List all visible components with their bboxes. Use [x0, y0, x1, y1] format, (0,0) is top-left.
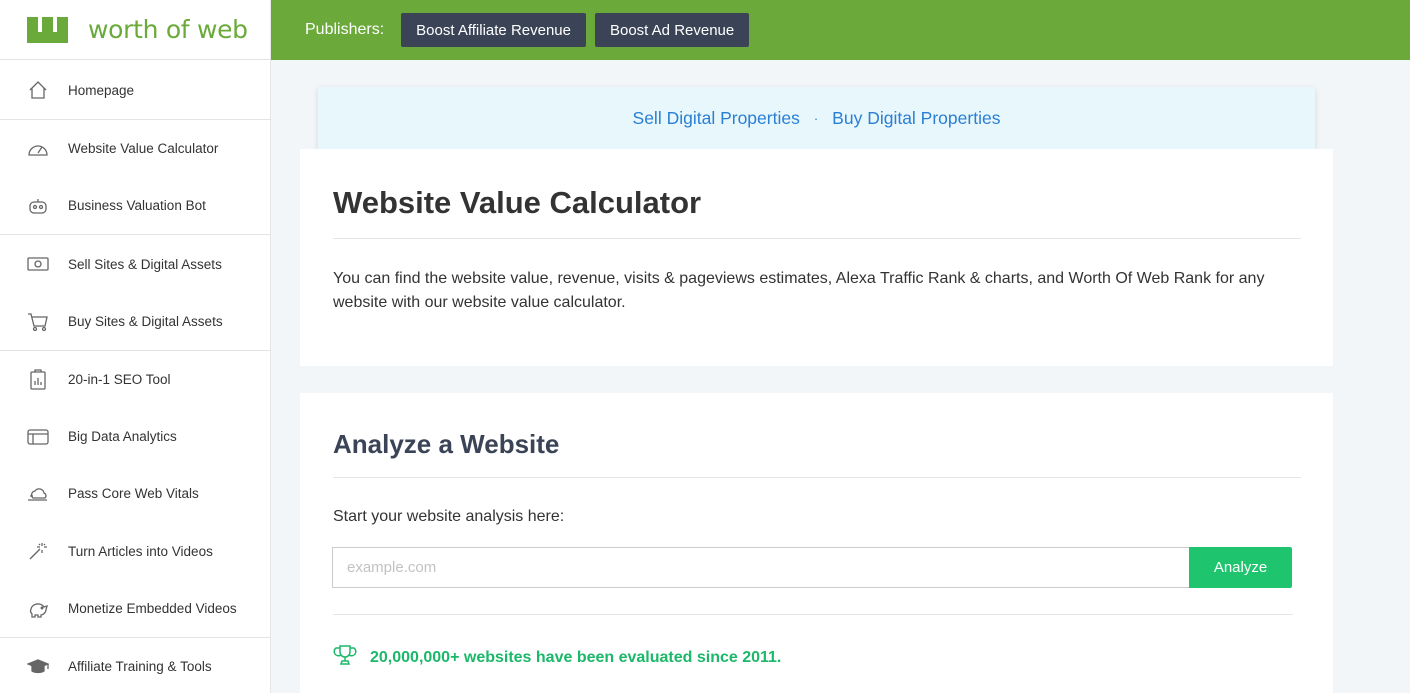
banner-separator: · [813, 110, 819, 126]
top-bar: Publishers: Boost Affiliate Revenue Boos… [271, 0, 1410, 60]
sidebar-item-label: Affiliate Training & Tools [68, 659, 212, 674]
sidebar-item-homepage[interactable]: Homepage [0, 61, 271, 119]
gauge-icon [27, 138, 49, 160]
browser-window-icon [27, 426, 49, 448]
title-divider [333, 238, 1301, 239]
digital-properties-banner: Sell Digital Properties · Buy Digital Pr… [318, 87, 1315, 149]
speed-cloud-icon [27, 483, 49, 505]
robot-icon [27, 195, 49, 217]
intro-description: You can find the website value, revenue,… [333, 270, 1265, 311]
sidebar-item-monetize-videos[interactable]: Monetize Embedded Videos [0, 580, 271, 637]
sidebar-item-big-data-analytics[interactable]: Big Data Analytics [0, 408, 271, 465]
sell-digital-properties-link[interactable]: Sell Digital Properties [633, 108, 800, 129]
logo[interactable]: worth of web [0, 0, 270, 60]
analyze-prompt: Start your website analysis here: [333, 508, 565, 525]
cart-icon [27, 311, 49, 333]
form-divider [333, 614, 1293, 615]
sidebar-item-label: Homepage [68, 82, 135, 98]
magic-wand-icon [27, 540, 49, 562]
money-icon [27, 253, 49, 275]
sidebar-item-label: 20-in-1 SEO Tool [68, 372, 171, 387]
sidebar-item-sell-sites[interactable]: Sell Sites & Digital Assets [0, 235, 271, 293]
clipboard-chart-icon [27, 368, 49, 391]
analyze-button[interactable]: Analyze [1189, 547, 1292, 588]
sidebar-item-label: Turn Articles into Videos [68, 543, 213, 559]
trophy-icon [333, 643, 370, 672]
logo-text: worth of web [88, 15, 248, 44]
sidebar-item-articles-into-videos[interactable]: Turn Articles into Videos [0, 522, 271, 580]
home-icon [27, 79, 49, 101]
sidebar-item-seo-tool[interactable]: 20-in-1 SEO Tool [0, 351, 271, 408]
logo-mark-icon [27, 16, 68, 43]
buy-digital-properties-link[interactable]: Buy Digital Properties [832, 108, 1000, 129]
sidebar-item-label: Monetize Embedded Videos [68, 601, 237, 616]
sidebar-item-label: Pass Core Web Vitals [68, 486, 199, 501]
page-title: Website Value Calculator [333, 185, 702, 220]
evaluated-stat-text: 20,000,000+ websites have been evaluated… [370, 648, 782, 666]
piggy-bank-icon [27, 598, 49, 620]
sidebar: worth of web Homepage Website Value Calc… [0, 0, 271, 693]
sidebar-item-website-value-calculator[interactable]: Website Value Calculator [0, 120, 271, 177]
analyze-card: Analyze a Website Start your website ana… [300, 393, 1333, 693]
sidebar-item-label: Business Valuation Bot [68, 198, 206, 213]
analyze-title: Analyze a Website [333, 429, 560, 459]
sidebar-item-label: Big Data Analytics [68, 429, 177, 444]
graduation-cap-icon [27, 656, 49, 678]
evaluated-stat: 20,000,000+ websites have been evaluated… [333, 643, 781, 672]
sidebar-item-label: Sell Sites & Digital Assets [68, 256, 222, 272]
boost-affiliate-revenue-button[interactable]: Boost Affiliate Revenue [401, 13, 586, 47]
sidebar-item-buy-sites[interactable]: Buy Sites & Digital Assets [0, 293, 271, 350]
boost-ad-revenue-button[interactable]: Boost Ad Revenue [594, 13, 750, 47]
sidebar-item-business-valuation-bot[interactable]: Business Valuation Bot [0, 177, 271, 234]
intro-card: Website Value Calculator You can find th… [300, 149, 1333, 366]
analyze-divider [333, 477, 1301, 478]
sidebar-item-label: Website Value Calculator [68, 141, 219, 156]
sidebar-item-affiliate-training[interactable]: Affiliate Training & Tools [0, 638, 271, 693]
sidebar-item-label: Buy Sites & Digital Assets [68, 314, 223, 329]
website-url-input[interactable] [332, 547, 1190, 588]
publishers-label: Publishers: [305, 21, 385, 38]
sidebar-item-core-web-vitals[interactable]: Pass Core Web Vitals [0, 465, 271, 522]
